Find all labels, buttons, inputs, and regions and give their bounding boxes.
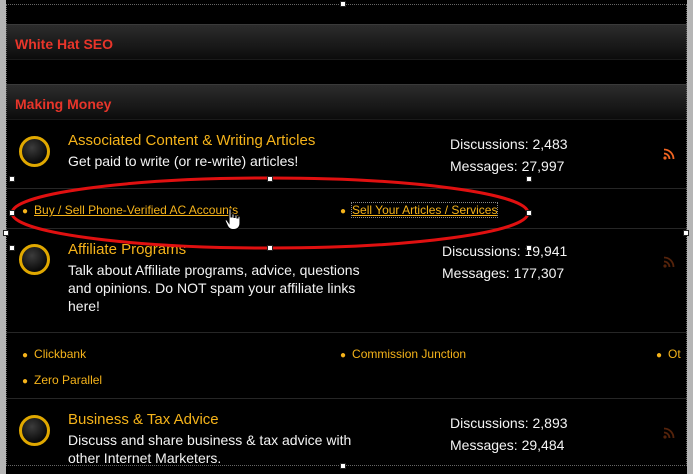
- messages-label: Messages:: [450, 158, 518, 174]
- discussions-stat: Discussions: 2,483: [450, 136, 568, 152]
- forum-node-icon: [19, 244, 50, 275]
- messages-stat: Messages: 29,484: [450, 437, 564, 453]
- discussions-stat: Discussions: 2,893: [450, 415, 568, 431]
- forum-node-icon: [19, 415, 50, 446]
- resize-handle[interactable]: [3, 230, 9, 236]
- bullet-icon: ●: [656, 350, 663, 361]
- forum-description: Get paid to write (or re-write) articles…: [68, 153, 299, 169]
- category-title[interactable]: Making Money: [15, 96, 111, 112]
- resize-handle[interactable]: [9, 176, 15, 182]
- resize-handle[interactable]: [526, 210, 532, 216]
- discussions-label: Discussions:: [442, 243, 521, 259]
- row-divider: [6, 228, 687, 229]
- hand-pointer-cursor-icon: [224, 208, 241, 231]
- forum-title-associated-content[interactable]: Associated Content & Writing Articles: [68, 132, 315, 149]
- discussions-stat: Discussions: 19,941: [442, 243, 567, 259]
- forum-list: White Hat SEO Making Money Associated Co…: [6, 0, 687, 474]
- bullet-icon: ●: [340, 350, 347, 361]
- messages-stat: Messages: 27,997: [450, 158, 564, 174]
- messages-label: Messages:: [442, 265, 510, 281]
- rss-feed-icon[interactable]: [663, 256, 675, 268]
- rss-feed-icon[interactable]: [663, 427, 675, 439]
- bullet-icon: ●: [22, 350, 29, 361]
- messages-stat: Messages: 177,307: [442, 265, 564, 281]
- forum-description: Talk about Affiliate programs, advice, q…: [68, 262, 360, 314]
- row-divider: [6, 332, 687, 333]
- subforum-link[interactable]: ● Ot: [656, 347, 681, 361]
- subforum-link[interactable]: ● Sell Your Articles / Services: [340, 202, 499, 218]
- resize-handle[interactable]: [9, 210, 15, 216]
- resize-handle[interactable]: [340, 463, 346, 469]
- discussions-count: 2,893: [532, 415, 568, 431]
- category-header-making-money[interactable]: Making Money: [6, 84, 687, 120]
- resize-handle[interactable]: [683, 230, 689, 236]
- subforum-buy-sell-ac-accounts[interactable]: Buy / Sell Phone-Verified AC Accounts: [34, 203, 238, 217]
- bullet-icon: ●: [22, 376, 29, 387]
- bullet-icon: ●: [340, 206, 347, 217]
- discussions-label: Discussions:: [450, 415, 529, 431]
- resize-handle[interactable]: [340, 1, 346, 7]
- subforum-commission-junction[interactable]: Commission Junction: [352, 347, 466, 361]
- category-title[interactable]: White Hat SEO: [15, 36, 113, 52]
- subforum-clickbank[interactable]: Clickbank: [34, 347, 86, 361]
- discussions-label: Discussions:: [450, 136, 529, 152]
- forum-title-business-tax-advice[interactable]: Business & Tax Advice: [68, 411, 219, 428]
- subforum-zero-parallel[interactable]: Zero Parallel: [34, 373, 102, 387]
- messages-label: Messages:: [450, 437, 518, 453]
- row-divider: [6, 188, 687, 189]
- rss-feed-icon[interactable]: [663, 148, 675, 160]
- resize-handle[interactable]: [526, 176, 532, 182]
- messages-count: 27,997: [521, 158, 565, 174]
- resize-handle[interactable]: [267, 245, 273, 251]
- category-header-white-hat-seo[interactable]: White Hat SEO: [6, 24, 687, 60]
- messages-count: 177,307: [513, 265, 565, 281]
- subforum-link[interactable]: ● Buy / Sell Phone-Verified AC Accounts: [22, 203, 238, 217]
- subforum-link[interactable]: ● Commission Junction: [340, 347, 466, 361]
- bullet-icon: ●: [22, 206, 29, 217]
- resize-handle[interactable]: [9, 245, 15, 251]
- subforum-link[interactable]: ● Zero Parallel: [22, 373, 102, 387]
- discussions-count: 2,483: [532, 136, 568, 152]
- subforum-sell-your-articles[interactable]: Sell Your Articles / Services: [351, 202, 499, 218]
- row-divider: [6, 398, 687, 399]
- subforum-other[interactable]: Ot: [668, 347, 681, 361]
- forum-description: Discuss and share business & tax advice …: [68, 432, 352, 466]
- forum-title-affiliate-programs[interactable]: Affiliate Programs: [68, 241, 186, 258]
- subforum-link[interactable]: ● Clickbank: [22, 347, 86, 361]
- resize-handle[interactable]: [267, 176, 273, 182]
- messages-count: 29,484: [521, 437, 565, 453]
- resize-handle[interactable]: [526, 245, 532, 251]
- forum-node-icon: [19, 136, 50, 167]
